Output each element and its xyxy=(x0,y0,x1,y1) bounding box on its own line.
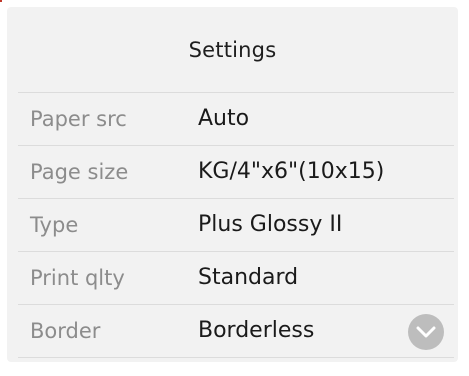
setting-value: Plus Glossy II xyxy=(198,212,343,237)
setting-value: KG/4"x6"(10x15) xyxy=(198,159,385,184)
corner-marker xyxy=(0,0,2,2)
settings-row-paper-source[interactable]: Paper src Auto xyxy=(18,93,454,146)
setting-label: Print qlty xyxy=(30,266,125,290)
settings-row-print-quality[interactable]: Print qlty Standard xyxy=(18,252,454,305)
setting-value: Auto xyxy=(198,106,250,131)
settings-list: Paper src Auto Page size KG/4"x6"(10x15)… xyxy=(18,92,454,358)
setting-label: Type xyxy=(30,213,79,237)
setting-value: Standard xyxy=(198,265,299,290)
setting-value: Borderless xyxy=(198,318,315,343)
setting-label: Page size xyxy=(30,160,129,184)
scroll-down-button[interactable] xyxy=(408,314,444,350)
page-title: Settings xyxy=(188,37,277,62)
print-settings-screen: Settings Paper src Auto Page size KG/4"x… xyxy=(0,0,469,376)
settings-panel: Settings Paper src Auto Page size KG/4"x… xyxy=(7,7,458,362)
setting-label: Paper src xyxy=(30,107,127,131)
settings-row-border[interactable]: Border Borderless xyxy=(18,305,454,358)
settings-row-media-type[interactable]: Type Plus Glossy II xyxy=(18,199,454,252)
settings-row-page-size[interactable]: Page size KG/4"x6"(10x15) xyxy=(18,146,454,199)
chevron-down-icon xyxy=(416,326,436,338)
setting-label: Border xyxy=(30,319,101,343)
